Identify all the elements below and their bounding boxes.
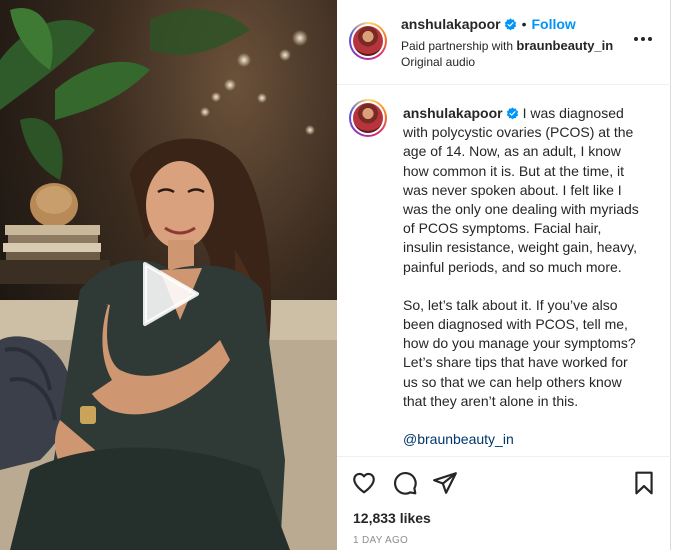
heart-icon[interactable]	[351, 470, 377, 496]
post-video[interactable]	[0, 0, 337, 550]
paid-partnership-line: Paid partnership with braunbeauty_in	[401, 38, 613, 53]
separator-dot: •	[521, 16, 527, 32]
verified-badge-icon	[504, 18, 516, 31]
username-link[interactable]: anshulakapoor	[401, 16, 501, 32]
caption-paragraph-1: I was diagnosed with polycystic ovaries …	[403, 105, 639, 275]
post-caption: anshulakapoor I was diagnosed with polyc…	[403, 104, 639, 468]
comment-icon[interactable]	[392, 470, 418, 496]
post-timestamp[interactable]: 1 DAY AGO	[353, 535, 408, 546]
caption-paragraph-2: So, let’s talk about it. If you’ve also …	[403, 296, 636, 409]
post-header: anshulakapoor • Follow Paid partnership w…	[337, 0, 671, 85]
action-bar	[337, 456, 671, 505]
likes-count[interactable]: 12,833 likes	[353, 510, 431, 526]
audio-link[interactable]: Original audio	[401, 55, 475, 69]
paper-plane-icon[interactable]	[432, 470, 458, 496]
verified-badge-icon	[506, 107, 518, 120]
follow-button[interactable]: Follow	[532, 16, 576, 32]
partnership-prefix: Paid partnership with	[401, 39, 514, 53]
caption-username-link[interactable]: anshulakapoor	[403, 105, 503, 121]
play-icon[interactable]	[133, 258, 205, 330]
caption-avatar[interactable]	[349, 99, 387, 137]
post-panel: anshulakapoor • Follow Paid partnership w…	[337, 0, 671, 550]
partner-link[interactable]: braunbeauty_in	[516, 38, 613, 53]
more-options-icon[interactable]	[633, 32, 653, 46]
bookmark-icon[interactable]	[631, 470, 657, 496]
header-title-line: anshulakapoor • Follow	[401, 16, 576, 32]
mention-link[interactable]: @braunbeauty_in	[403, 431, 514, 447]
avatar[interactable]	[349, 22, 387, 60]
